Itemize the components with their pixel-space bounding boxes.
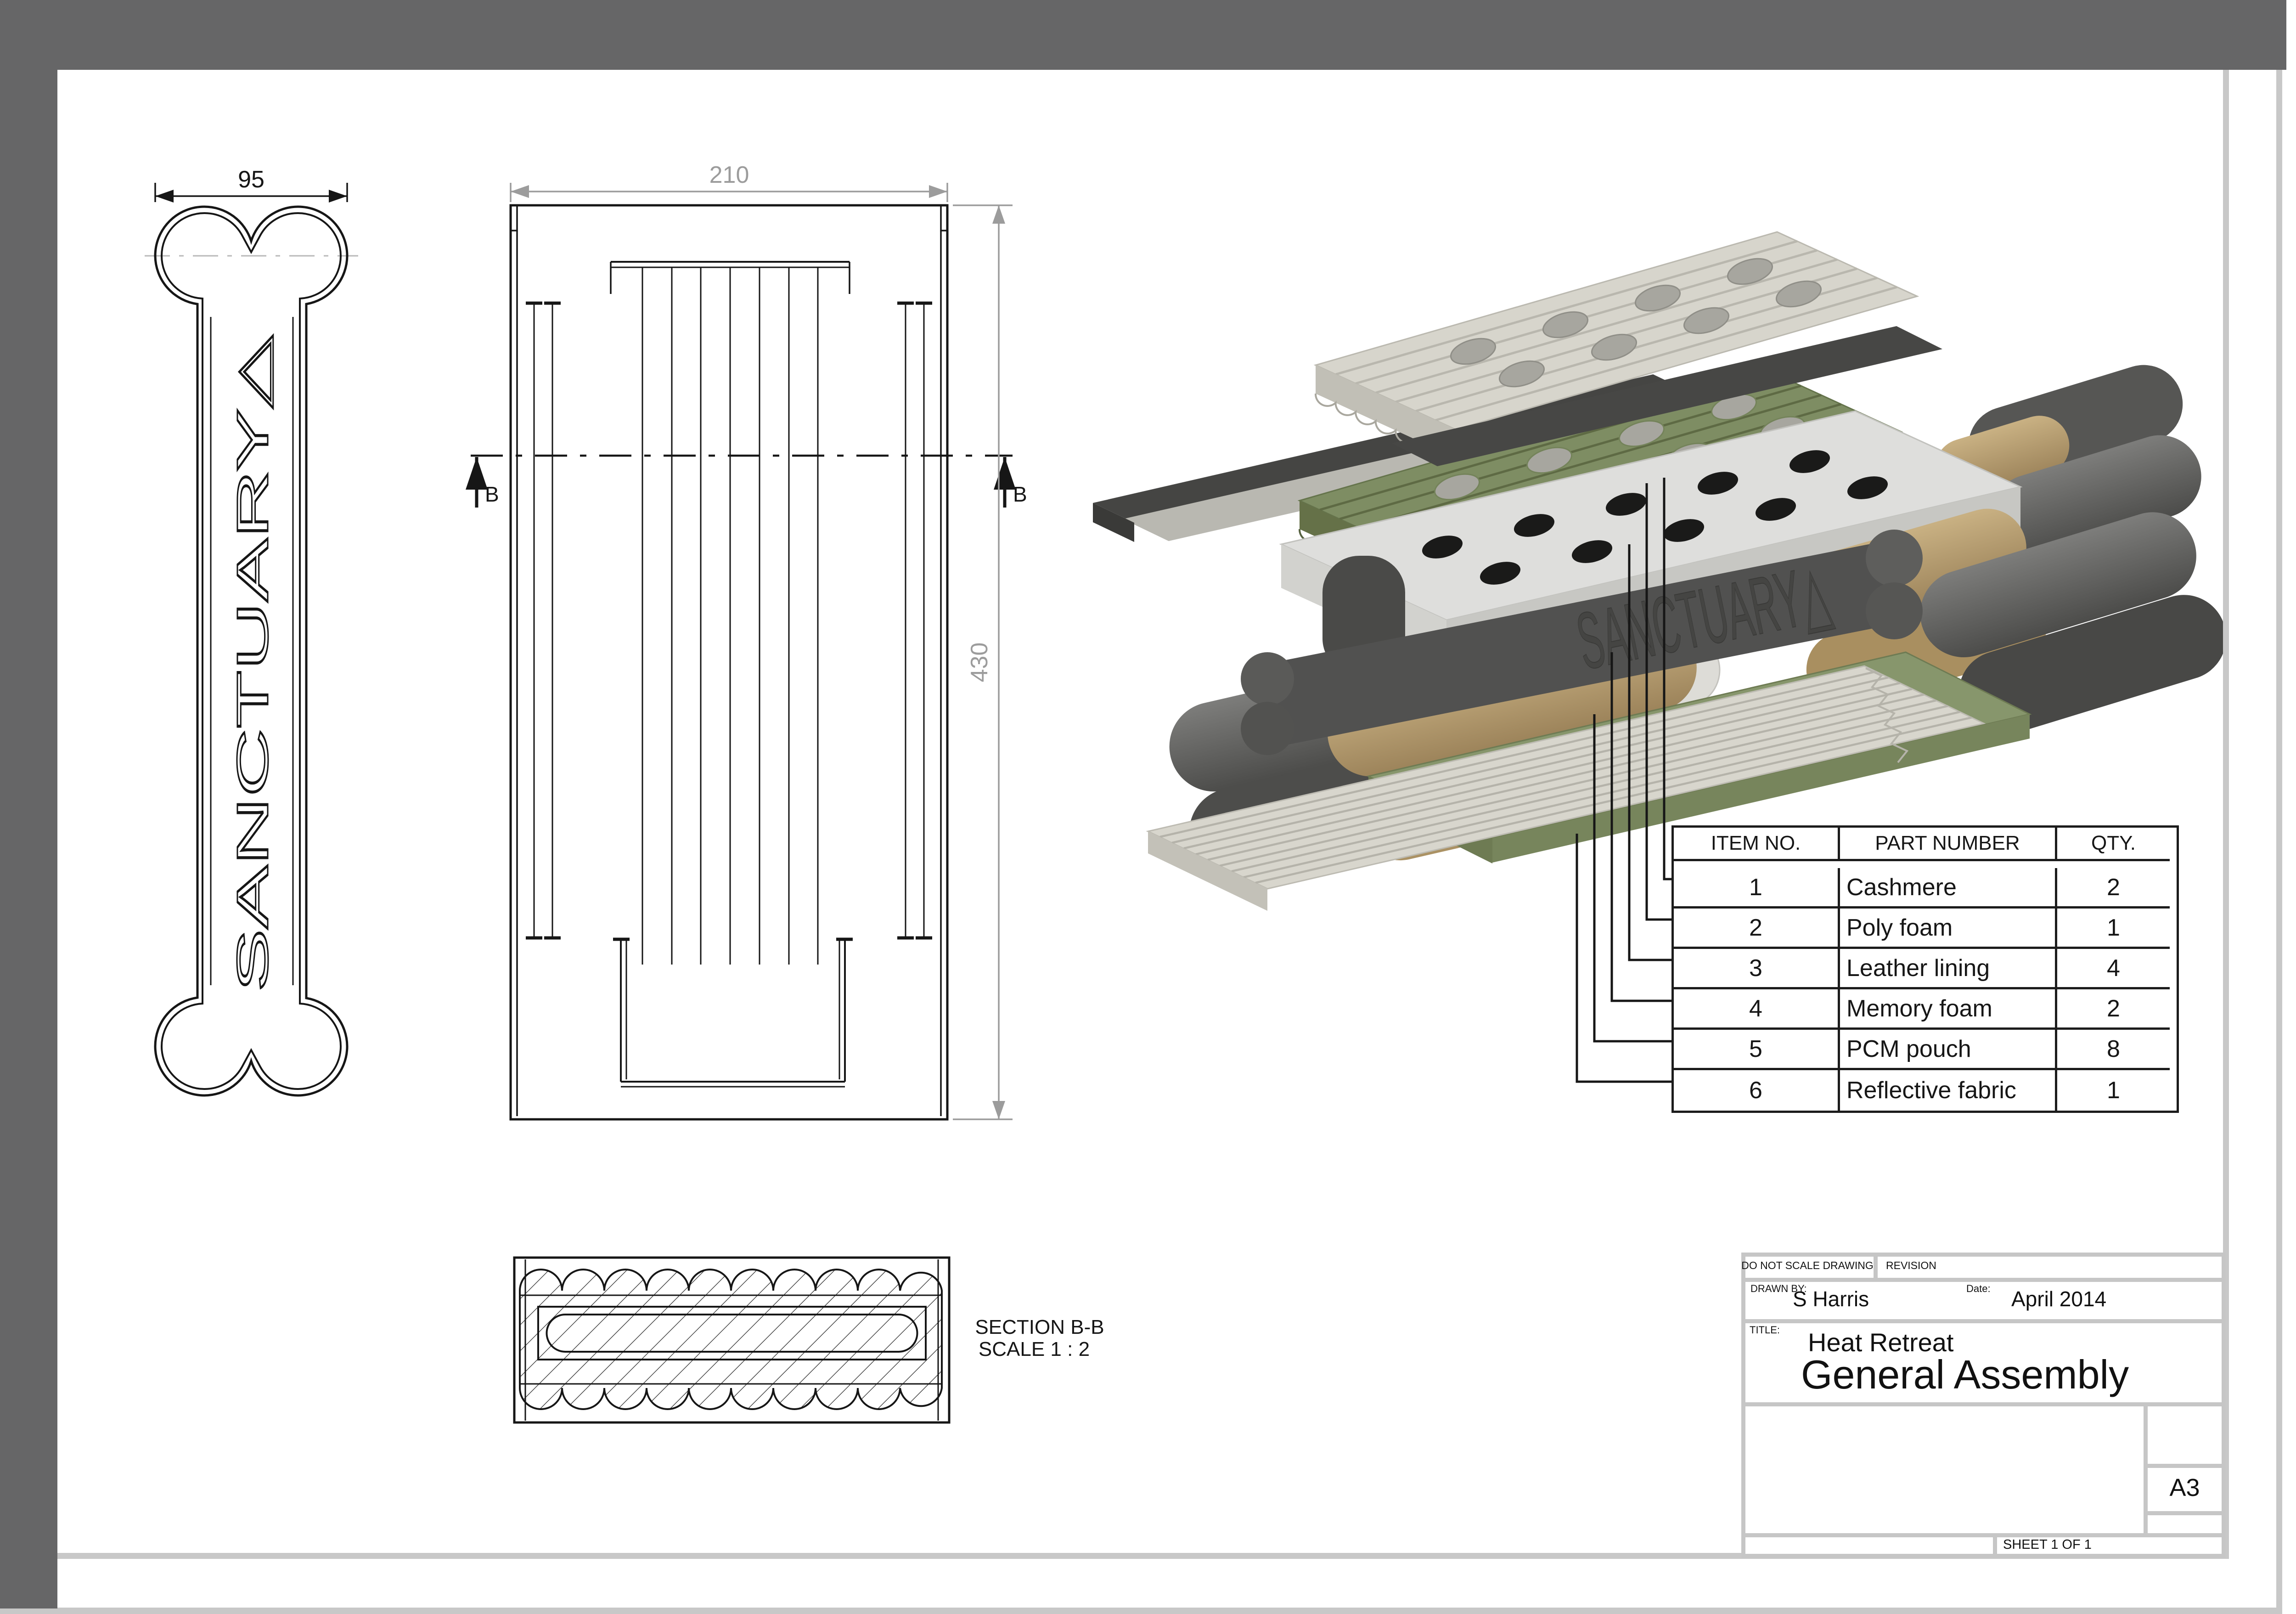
hatched-core xyxy=(520,1270,942,1409)
bom-row4-part: Memory foam xyxy=(1840,989,2057,1030)
section-line-bb: B B xyxy=(466,456,1027,508)
bom-row2-part: Poly foam xyxy=(1840,909,2057,949)
section-scale-label: SCALE 1 : 2 xyxy=(979,1338,1090,1360)
bom-row5-qty: 8 xyxy=(2057,1030,2170,1070)
viewport-top-bar xyxy=(0,0,2286,70)
dimension-95: 95 xyxy=(155,166,347,203)
bom-header-qty: QTY. xyxy=(2057,828,2170,861)
section-label: SECTION B-B xyxy=(975,1316,1104,1338)
date-value: April 2014 xyxy=(2011,1288,2106,1309)
sheet-number: SHEET 1 OF 1 xyxy=(2003,1538,2092,1552)
svg-text:430: 430 xyxy=(966,643,993,683)
title-label: TITLE: xyxy=(1750,1325,1780,1335)
bom-row2-item: 2 xyxy=(1674,909,1840,949)
stitch-lines xyxy=(526,303,932,938)
bom-row6-part: Reflective fabric xyxy=(1840,1070,2057,1111)
channel-lines xyxy=(642,267,818,965)
dimension-210: 210 xyxy=(511,162,947,202)
bom-row4-qty: 2 xyxy=(2057,989,2170,1030)
bom-row3-qty: 4 xyxy=(2057,949,2170,989)
bottom-pocket xyxy=(613,939,853,1087)
dimension-430: 430 xyxy=(953,205,1013,1119)
bom-row1-qty: 2 xyxy=(2057,868,2170,909)
bom-row4-item: 4 xyxy=(1674,989,1840,1030)
bom-row1-item: 1 xyxy=(1674,868,1840,909)
svg-text:210: 210 xyxy=(709,162,749,188)
viewport-left-bar xyxy=(0,0,57,1608)
side-profile-view: SANCTUARY△ 95 xyxy=(145,166,358,1095)
parts-table: ITEM NO. PART NUMBER QTY. 1 Cashmere 2 2… xyxy=(1671,825,2179,1113)
paper-size: A3 xyxy=(2144,1475,2226,1500)
bom-row1-part: Cashmere xyxy=(1840,868,2057,909)
bom-row5-part: PCM pouch xyxy=(1840,1030,2057,1070)
drawing-sheet-viewport: SANCTUARY△ 95 xyxy=(0,0,2296,1614)
section-marker-left: B xyxy=(485,482,499,506)
section-marker-right: B xyxy=(1013,482,1027,506)
date-label: Date: xyxy=(1966,1284,1991,1294)
bom-row6-qty: 1 xyxy=(2057,1070,2170,1111)
bom-row3-item: 3 xyxy=(1674,949,1840,989)
drawn-by-value: S Harris xyxy=(1793,1288,1869,1309)
bom-row2-qty: 1 xyxy=(2057,909,2170,949)
bom-row6-item: 6 xyxy=(1674,1070,1840,1111)
revision-label: REVISION xyxy=(1886,1260,1936,1271)
bom-row5-item: 5 xyxy=(1674,1030,1840,1070)
svg-text:95: 95 xyxy=(238,166,264,193)
do-not-scale-note: DO NOT SCALE DRAWING xyxy=(1741,1260,1874,1271)
section-view: SECTION B-B SCALE 1 : 2 xyxy=(514,1258,1104,1422)
title-block: DO NOT SCALE DRAWING REVISION DRAWN BY: … xyxy=(1741,1253,2226,1558)
bom-header-item: ITEM NO. xyxy=(1674,828,1840,861)
drawing-title-line2: General Assembly xyxy=(1801,1354,2129,1395)
side-logo-text: SANCTUARY△ xyxy=(228,335,277,992)
bom-header-part: PART NUMBER xyxy=(1840,828,2057,861)
bom-row3-part: Leather lining xyxy=(1840,949,2057,989)
plan-view: B B 210 430 xyxy=(466,162,1027,1119)
